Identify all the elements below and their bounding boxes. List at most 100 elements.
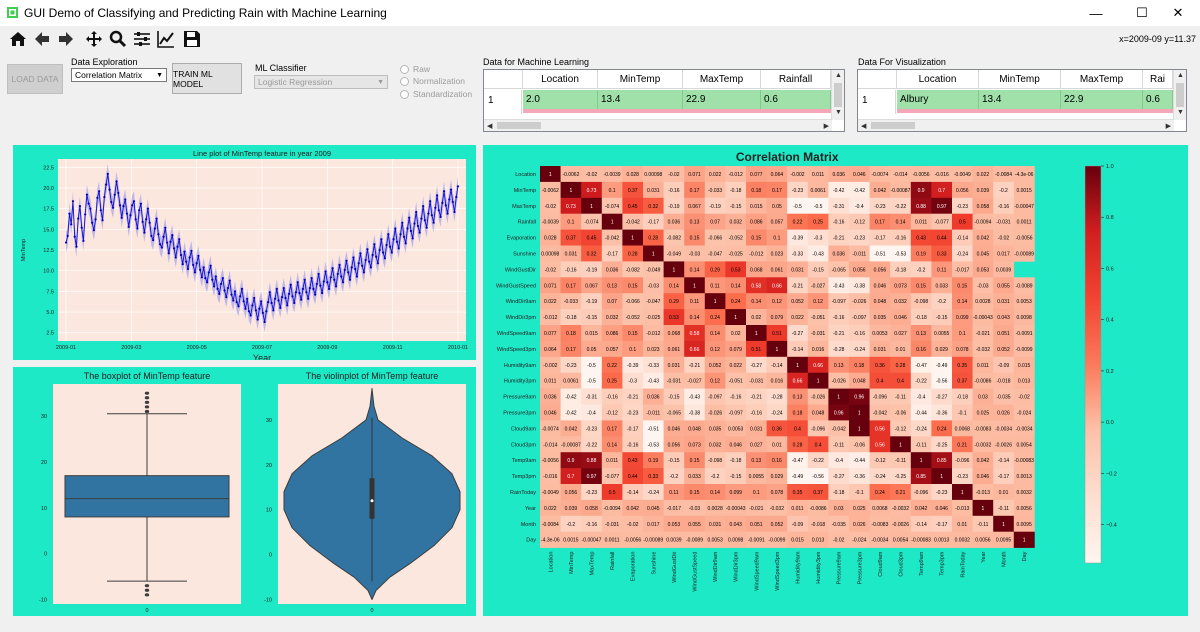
heatmap-cell-label: -0.27 (751, 363, 763, 369)
table-corner (484, 70, 523, 89)
heatmap-cell-label: 1 (858, 410, 861, 416)
heatmap-cell-label: -0.22 (586, 442, 598, 448)
heatmap-cell-label: 0.013 (812, 538, 825, 544)
horizontal-scrollbar[interactable]: ◀ ▶ (858, 119, 1174, 131)
data-point (244, 307, 247, 310)
heatmap-cell-label: 0.97 (587, 474, 597, 480)
heatmap-cell-label: 0.45 (587, 236, 597, 242)
column-header[interactable]: MaxTemp (1061, 70, 1143, 89)
heatmap-cell-label: -0.0094 (604, 506, 621, 512)
column-header[interactable]: MinTemp (979, 70, 1061, 89)
edit-axis-icon[interactable] (156, 28, 176, 50)
heatmap-cell-label: 0.66 (690, 347, 700, 353)
column-header[interactable]: Rai (1143, 70, 1173, 89)
scroll-left-icon[interactable]: ◀ (861, 122, 866, 130)
row-header[interactable]: 1 (484, 90, 522, 114)
table-cell[interactable]: Albury (897, 90, 979, 109)
heatmap-cell-label: 0.58 (690, 331, 700, 337)
x-tick-label: Temp3pm (940, 551, 946, 576)
data-point (312, 287, 315, 290)
heatmap-cell-label: -0.097 (832, 299, 846, 305)
data-point (256, 318, 259, 321)
heatmap-cell-label: 0.15 (628, 283, 638, 289)
scroll-thumb[interactable] (497, 122, 541, 129)
column-header[interactable]: MinTemp (598, 70, 683, 89)
column-header[interactable]: Location (897, 70, 979, 89)
heatmap-cell-label: 0.022 (709, 172, 722, 178)
table-cell[interactable]: 2.0 (523, 90, 598, 109)
radio-raw[interactable]: Raw (400, 64, 430, 74)
heatmap-cell-label: -0.17 (998, 474, 1010, 480)
back-icon[interactable] (32, 28, 52, 50)
save-icon[interactable] (182, 28, 202, 50)
table-cell[interactable]: 13.4 (598, 90, 683, 109)
heatmap-cell-label: -0.47 (792, 458, 804, 464)
scroll-down-icon[interactable]: ▼ (1177, 109, 1184, 116)
y-tick-label: Sunshine (513, 251, 536, 257)
heatmap-cell-label: 0.0013 (934, 538, 950, 544)
close-button[interactable]: ✕ (1155, 0, 1200, 26)
minimize-button[interactable]: — (1073, 0, 1119, 26)
y-tick-label: 0 (269, 553, 272, 559)
heatmap-cell-label: 0.033 (935, 283, 948, 289)
table-cell[interactable]: 22.9 (1061, 90, 1143, 109)
line-plot[interactable]: Line plot of MinTemp feature in year 200… (13, 145, 476, 363)
radio-normalization[interactable]: Normalization (400, 76, 465, 86)
scroll-left-icon[interactable]: ◀ (487, 122, 492, 130)
ml-classifier-combo[interactable]: Logistic Regression ▼ (254, 75, 388, 89)
y-tick-label: WindDir9am (506, 299, 537, 305)
scroll-right-icon[interactable]: ▶ (824, 122, 829, 130)
scroll-right-icon[interactable]: ▶ (1166, 122, 1171, 130)
forward-icon[interactable] (56, 28, 76, 50)
data-point (242, 300, 245, 303)
row-header[interactable]: 1 (858, 90, 896, 114)
heatmap-cell-label: 0.068 (750, 267, 763, 273)
scroll-up-icon[interactable]: ▲ (1177, 72, 1184, 79)
scroll-thumb[interactable] (834, 83, 842, 107)
heatmap-cell-label: 0.039 (565, 506, 578, 512)
scroll-up-icon[interactable]: ▲ (835, 72, 842, 79)
vis-data-table[interactable]: Location MinTemp MaxTemp Rai 1 Albury 13… (857, 69, 1187, 132)
heatmap-cell-label: 0.12 (772, 299, 782, 305)
ml-table-title: Data for Machine Learning (483, 57, 590, 67)
heatmap-cell-label: -0.14 (792, 347, 804, 353)
vertical-scrollbar[interactable]: ▲ ▼ (1173, 70, 1186, 120)
heatmap-cell-label: 0.7 (567, 474, 574, 480)
home-icon[interactable] (8, 28, 28, 50)
heatmap-cell-label: -0.00043 (973, 315, 993, 321)
data-point (190, 249, 193, 252)
table-cell[interactable]: 13.4 (979, 90, 1061, 109)
scroll-thumb[interactable] (871, 122, 915, 129)
table-cell[interactable]: 0.6 (1143, 90, 1173, 109)
radio-standardization[interactable]: Standardization (400, 89, 472, 99)
load-data-button[interactable]: LOAD DATA (7, 64, 63, 94)
horizontal-scrollbar[interactable]: ◀ ▶ (484, 119, 832, 131)
column-header[interactable]: Location (523, 70, 598, 89)
correlation-heatmap[interactable]: Correlation Matrix 1 -0.0062 -0.02 -0.0039 0.… (483, 145, 1188, 616)
heatmap-cell-label: -0.02 (545, 204, 557, 210)
data-point (181, 262, 184, 266)
train-ml-model-button[interactable]: TRAIN ML MODEL (172, 63, 242, 94)
scroll-down-icon[interactable]: ▼ (835, 109, 842, 116)
column-header[interactable]: Rainfall (761, 70, 831, 89)
heatmap-cell-label: 0.29 (669, 299, 679, 305)
violinplot[interactable]: The violinplot of MinTemp feature -10 0 10 2… (248, 367, 476, 616)
ml-data-table[interactable]: Location MinTemp MaxTemp Rainfall 1 2.0 … (483, 69, 845, 132)
heatmap-cell-label: 0.051 (997, 331, 1010, 337)
data-point (228, 279, 231, 282)
scroll-thumb[interactable] (1176, 83, 1184, 107)
zoom-icon[interactable] (108, 28, 128, 50)
heatmap-cell-label: 0.0015 (1016, 188, 1032, 194)
boxplot[interactable]: The boxplot of MinTemp feature -10 0 10 20 30… (13, 367, 248, 616)
data-point (246, 297, 249, 300)
table-cell[interactable]: 0.6 (761, 90, 831, 109)
heatmap-cell-label: -0.16 (586, 522, 598, 528)
vertical-scrollbar[interactable]: ▲ ▼ (831, 70, 844, 120)
pan-icon[interactable] (84, 28, 104, 50)
heatmap-cell-label: 0.00098 (541, 251, 559, 257)
column-header[interactable]: MaxTemp (683, 70, 761, 89)
configure-subplots-icon[interactable] (132, 28, 152, 50)
table-cell[interactable]: 22.9 (683, 90, 761, 109)
data-exploration-combo[interactable]: Correlation Matrix ▼ (71, 68, 167, 82)
data-point (113, 193, 116, 196)
